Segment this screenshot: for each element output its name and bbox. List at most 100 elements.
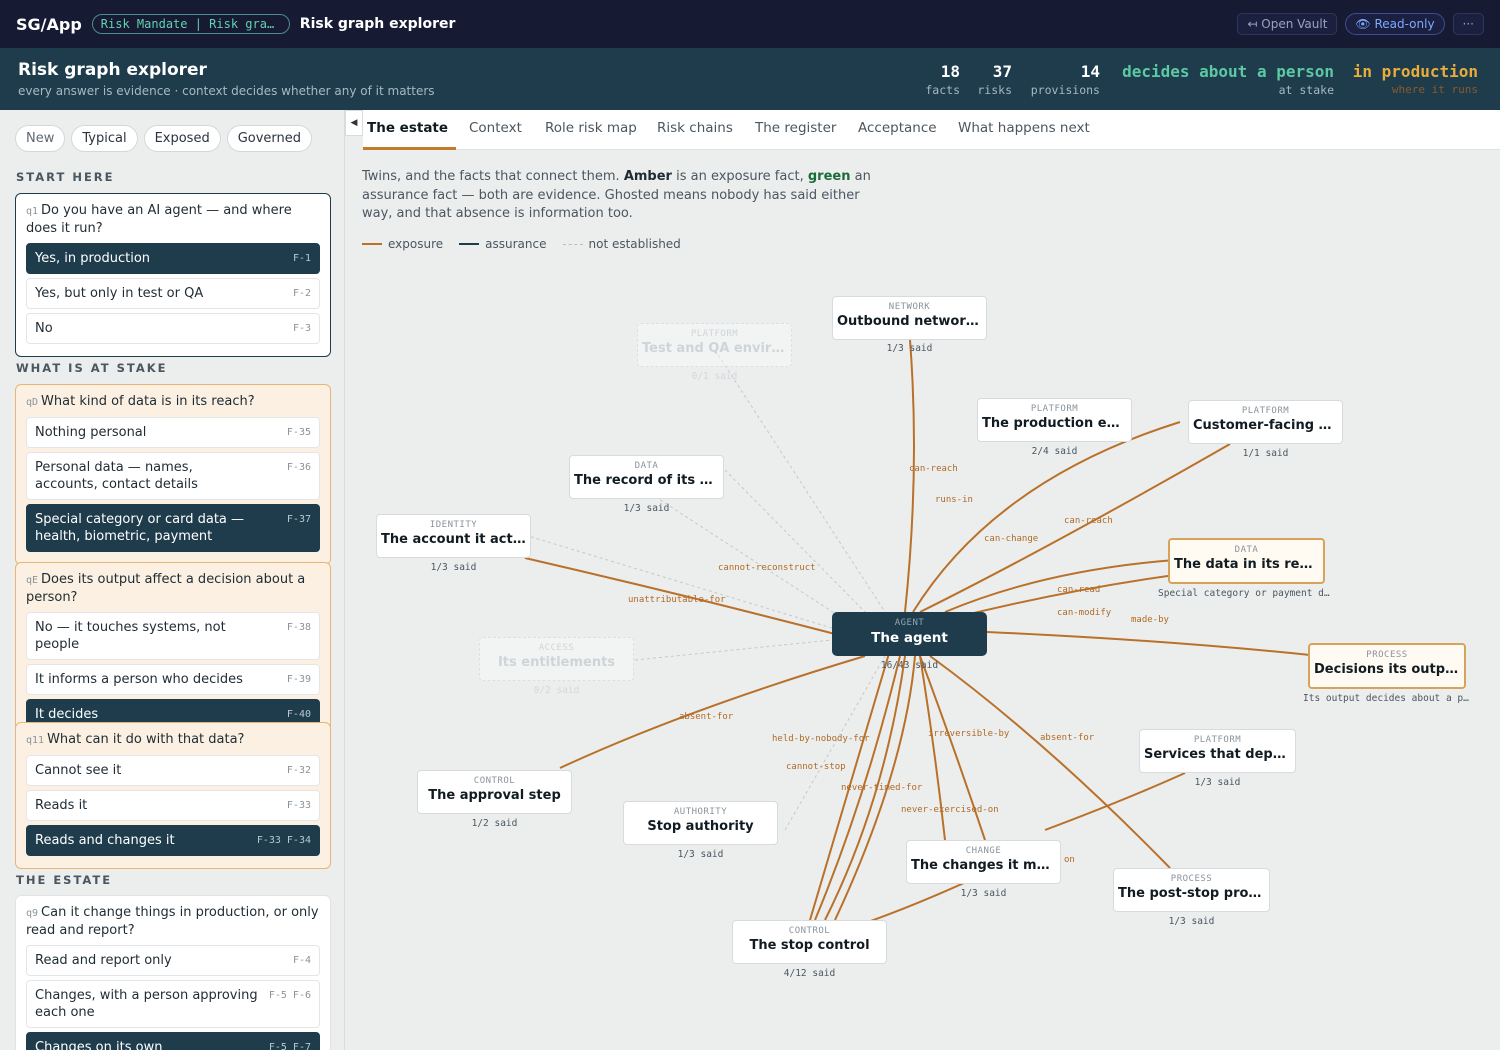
top-bar: SG/App Risk Mandate | Risk graph explore… [0,0,1500,48]
tab-the-estate[interactable]: The estate [367,120,448,136]
question-label: What can it do with that data? [47,732,245,747]
answer-option[interactable]: Yes, in production F-1 [26,243,320,274]
question-text: q1 Do you have an AI agent — and where do… [26,202,320,237]
fact-ref: F-40 [286,709,311,720]
node-kind: DATA [634,461,659,471]
node-name: The agent [871,630,948,646]
answer-option[interactable]: It informs a person who decides F-39 [26,664,320,695]
node-stop-authority[interactable]: AUTHORITY Stop authority [623,801,778,845]
tab-what-happens-next[interactable]: What happens next [958,120,1090,136]
stat-label: provisions [1030,83,1100,97]
node-services-depend[interactable]: PLATFORM Services that depend on it [1139,729,1296,773]
answer-option[interactable]: Read and report only F-4 [26,945,320,976]
app-brand[interactable]: SG/App [16,15,82,34]
answer-label: Yes, in production [35,251,151,266]
tab-acceptance[interactable]: Acceptance [858,120,937,136]
open-vault-button[interactable]: ↤ Open Vault [1237,13,1338,35]
fact-ref: F-1 [292,253,311,264]
edge-label: on [1064,855,1075,865]
node-customer-facing[interactable]: PLATFORM Customer-facing systems [1188,400,1343,444]
question-id: q9 [26,908,39,919]
stat-value: 37 [992,62,1012,81]
node-name: Customer-facing systems [1193,418,1338,433]
question-card-qE: qE Does its output affect a decision abou… [15,562,331,743]
node-kind: NETWORK [888,302,931,312]
tab-role-risk-map[interactable]: Role risk map [545,120,637,136]
stake-value: decides about a person [1122,62,1334,81]
answer-option[interactable]: Special category or card data — health, … [26,504,320,552]
answer-option[interactable]: No — it touches systems, not people F-38 [26,612,320,660]
question-text: qE Does its output affect a decision abou… [26,571,320,606]
node-outbound-network[interactable]: NETWORK Outbound network access [832,296,987,340]
question-text: qD What kind of data is in its reach? [26,393,320,411]
node-name: Test and QA environments [642,341,787,356]
section-the-estate: THE ESTATE [16,873,113,887]
collapse-panel-button[interactable]: ◀ [345,110,363,136]
answer-option[interactable]: Cannot see it F-32 [26,755,320,786]
preset-typical[interactable]: Typical [71,125,138,152]
node-account-it-acts-as[interactable]: IDENTITY The account it acts as [376,514,531,558]
answer-option[interactable]: Changes on its own F-5 F-7 [26,1032,320,1050]
tab-the-register[interactable]: The register [755,120,836,136]
node-test-qa[interactable]: PLATFORM Test and QA environments [637,323,792,367]
answer-option[interactable]: Changes, with a person approving each on… [26,980,320,1028]
preset-governed[interactable]: Governed [226,125,313,152]
node-changes-it-makes[interactable]: CHANGE The changes it makes [906,840,1061,884]
node-stop-control[interactable]: CONTROL The stop control [732,920,887,964]
answer-option[interactable]: Reads it F-33 [26,790,320,821]
node-caption: 2/4 said [1031,446,1078,457]
stake-label: at stake [1278,83,1334,97]
node-name: Stop authority [647,819,754,834]
node-caption: 0/1 said [691,371,738,382]
answer-label: Nothing personal [35,425,147,440]
node-caption: 1/3 said [886,343,933,354]
node-decisions-output[interactable]: PROCESS Decisions its output drives [1308,643,1466,689]
more-menu-button[interactable]: ··· [1452,13,1484,35]
read-only-badge[interactable]: 👁 Read-only [1345,13,1445,35]
node-record-of-actions[interactable]: DATA The record of its actions [569,455,724,499]
where-label: where it runs [1391,83,1478,96]
node-approval-step[interactable]: CONTROL The approval step [417,770,572,814]
unestablished-edge [634,639,833,661]
node-entitlements[interactable]: ACCESS Its entitlements [479,637,634,681]
edge-label: held-by-nobody-for [772,734,870,744]
answer-label: No — it touches systems, not people [35,620,226,652]
fact-ref: F-3 [292,323,311,334]
question-card-q1: q1 Do you have an AI agent — and where do… [15,193,331,357]
node-name: Its entitlements [497,655,616,670]
tab-context[interactable]: Context [469,120,522,136]
stat-value: 14 [1080,62,1100,81]
preset-new[interactable]: New [15,125,66,152]
node-production-estate[interactable]: PLATFORM The production estate [977,398,1132,442]
node-kind: PLATFORM [1241,406,1290,416]
node-kind: CHANGE [965,846,1002,856]
fact-ref: F-5 F-6 [268,990,311,1001]
breadcrumb[interactable]: Risk Mandate | Risk graph explorer [91,14,290,34]
preset-exposed[interactable]: Exposed [143,125,221,152]
edge-label: absent-for [679,712,734,722]
node-name: The account it acts as [381,532,526,547]
node-data-in-reach[interactable]: DATA The data in its reach [1168,538,1325,584]
stat-risks: 37 risks [972,62,1012,97]
node-the-agent[interactable]: AGENT The agent [832,612,987,656]
node-name: Services that depend on it [1144,747,1291,762]
node-caption: 1/3 said [1194,777,1241,788]
answer-option[interactable]: Yes, but only in test or QA F-2 [26,278,320,309]
edge-label: can-read [1057,585,1101,595]
edge-label: runs-in [935,495,973,505]
node-post-stop-procedure[interactable]: PROCESS The post-stop procedure [1113,868,1270,912]
stat-label: facts [925,83,960,97]
question-label: Does its output affect a decision about … [26,572,306,605]
answer-option[interactable]: No F-3 [26,313,320,344]
answer-option[interactable]: Reads and changes it F-33 F-34 [26,825,320,856]
question-id: q1 [26,206,39,217]
section-what-is-at-stake: WHAT IS AT STAKE [16,361,168,375]
answer-option[interactable]: Nothing personal F-35 [26,417,320,448]
tab-risk-chains[interactable]: Risk chains [657,120,733,136]
node-caption: 1/3 said [960,888,1007,899]
node-kind: PROCESS [1366,650,1408,660]
fact-ref: F-33 F-34 [256,835,311,846]
fact-ref: F-35 [286,427,311,438]
answer-option[interactable]: Personal data — names, accounts, contact… [26,452,320,500]
fact-ref: F-37 [286,514,311,525]
